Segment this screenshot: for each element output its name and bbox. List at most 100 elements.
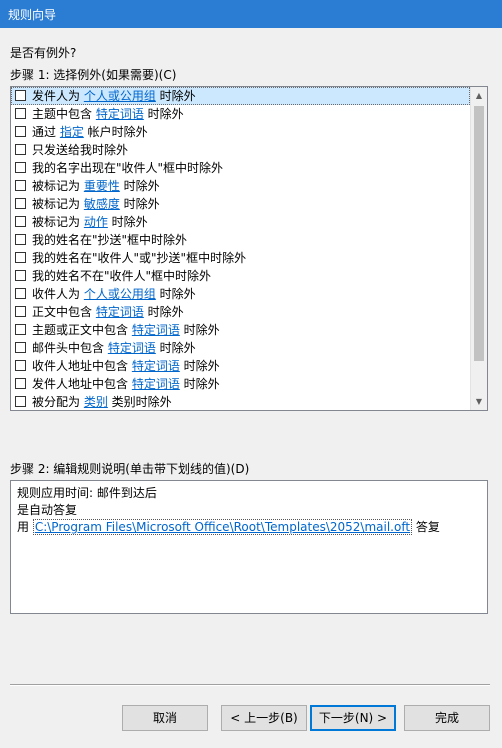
exception-text: 被标记为 <box>32 179 84 193</box>
exception-checkbox[interactable] <box>15 342 26 353</box>
exception-value-link[interactable]: 特定词语 <box>132 377 180 391</box>
exception-item[interactable]: 被标记为 重要性 时除外 <box>11 177 470 195</box>
exception-text: 收件人地址中包含 <box>32 359 132 373</box>
exception-text-suffix: 时除外 <box>179 359 220 373</box>
exception-checkbox[interactable] <box>15 144 26 155</box>
template-path-link[interactable]: C:\Program Files\Microsoft Office\Root\T… <box>32 519 413 535</box>
exception-value-link[interactable]: 个人或公用组 <box>84 287 156 301</box>
exception-item[interactable]: 主题中包含 特定词语 时除外 <box>11 105 470 123</box>
exception-item[interactable]: 我的姓名在"抄送"框中时除外 <box>11 231 470 249</box>
scroll-thumb[interactable] <box>474 106 484 361</box>
exception-item[interactable]: 我的名字出现在"收件人"框中时除外 <box>11 159 470 177</box>
finish-button[interactable]: 完成 <box>404 705 490 731</box>
next-button[interactable]: 下一步(N) > <box>310 705 396 731</box>
exception-checkbox[interactable] <box>15 108 26 119</box>
exception-text-suffix: 类别时除外 <box>107 395 172 409</box>
exception-checkbox[interactable] <box>15 216 26 227</box>
exception-text: 我的姓名在"收件人"或"抄送"框中时除外 <box>32 251 247 265</box>
vertical-scrollbar[interactable]: ▲ ▼ <box>470 87 487 410</box>
exception-text: 收件人为 <box>32 287 84 301</box>
exception-text-suffix: 时除外 <box>179 377 220 391</box>
exception-text: 我的名字出现在"收件人"框中时除外 <box>32 161 224 175</box>
cancel-button[interactable]: 取消 <box>122 705 208 731</box>
exception-text: 我的姓名不在"收件人"框中时除外 <box>32 269 212 283</box>
exception-item[interactable]: 收件人为 个人或公用组 时除外 <box>11 285 470 303</box>
exceptions-listbox[interactable]: 发件人为 个人或公用组 时除外 主题中包含 特定词语 时除外 通过 指定 帐户时除外… <box>10 86 488 411</box>
exception-value-link[interactable]: 敏感度 <box>84 197 120 211</box>
exception-text: 主题中包含 <box>32 107 96 121</box>
exception-text: 被标记为 <box>32 197 84 211</box>
exception-text-suffix: 时除外 <box>143 107 184 121</box>
exception-item[interactable]: 邮件头中包含 特定词语 时除外 <box>11 339 470 357</box>
exception-text: 邮件头中包含 <box>32 341 108 355</box>
exception-item[interactable]: 我的姓名不在"收件人"框中时除外 <box>11 267 470 285</box>
exception-text-suffix: 时除外 <box>119 197 160 211</box>
exception-item[interactable]: 发件人地址中包含 特定词语 时除外 <box>11 375 470 393</box>
exception-text: 被分配为 <box>32 395 84 409</box>
exception-text: 正文中包含 <box>32 305 96 319</box>
exception-checkbox[interactable] <box>15 126 26 137</box>
exception-checkbox[interactable] <box>15 360 26 371</box>
exception-value-link[interactable]: 指定 <box>60 125 84 139</box>
scroll-down-icon[interactable]: ▼ <box>471 393 487 410</box>
exception-text-suffix: 时除外 <box>155 287 196 301</box>
window-title: 规则向导 <box>8 8 57 22</box>
exception-value-link[interactable]: 个人或公用组 <box>84 89 156 103</box>
exception-text: 我的姓名在"抄送"框中时除外 <box>32 233 188 247</box>
rule-desc-suffix: 答复 <box>412 520 440 534</box>
rule-desc-prefix: 用 <box>17 520 33 534</box>
exception-checkbox[interactable] <box>15 306 26 317</box>
exception-text-suffix: 帐户时除外 <box>83 125 148 139</box>
exception-checkbox[interactable] <box>15 288 26 299</box>
exception-text-suffix: 时除外 <box>179 323 220 337</box>
exception-checkbox[interactable] <box>15 252 26 263</box>
exception-checkbox[interactable] <box>15 234 26 245</box>
exception-checkbox[interactable] <box>15 162 26 173</box>
exception-item[interactable]: 被标记为 动作 时除外 <box>11 213 470 231</box>
exception-text: 主题或正文中包含 <box>32 323 132 337</box>
button-separator <box>10 684 490 686</box>
rule-description-box: 规则应用时间: 邮件到达后 是自动答复 用 C:\Program Files\M… <box>10 480 488 614</box>
exception-item[interactable]: 收件人地址中包含 特定词语 时除外 <box>11 357 470 375</box>
exception-checkbox[interactable] <box>15 180 26 191</box>
exception-value-link[interactable]: 动作 <box>84 215 108 229</box>
exception-value-link[interactable]: 特定词语 <box>132 359 180 373</box>
exception-text: 被标记为 <box>32 215 84 229</box>
exception-text-suffix: 时除外 <box>119 179 160 193</box>
title-bar: 规则向导 <box>0 0 502 28</box>
exception-checkbox[interactable] <box>15 396 26 407</box>
exception-prompt: 是否有例外? <box>10 46 77 60</box>
exception-list: 发件人为 个人或公用组 时除外 主题中包含 特定词语 时除外 通过 指定 帐户时除外… <box>11 87 470 410</box>
exception-value-link[interactable]: 特定词语 <box>96 305 144 319</box>
exception-text-suffix: 时除外 <box>143 305 184 319</box>
exception-checkbox[interactable] <box>15 270 26 281</box>
exception-checkbox[interactable] <box>15 378 26 389</box>
exception-item[interactable]: 发件人为 个人或公用组 时除外 <box>11 87 470 105</box>
exception-text-suffix: 时除外 <box>155 341 196 355</box>
scroll-up-icon[interactable]: ▲ <box>471 87 487 104</box>
exception-value-link[interactable]: 特定词语 <box>108 341 156 355</box>
exception-item[interactable]: 被标记为 敏感度 时除外 <box>11 195 470 213</box>
rule-desc-line-1: 规则应用时间: 邮件到达后 <box>17 486 157 500</box>
back-button[interactable]: < 上一步(B) <box>221 705 307 731</box>
exception-value-link[interactable]: 特定词语 <box>132 323 180 337</box>
rule-desc-line-3: 用 C:\Program Files\Microsoft Office\Root… <box>17 519 481 536</box>
exception-text-suffix: 时除外 <box>155 89 196 103</box>
exception-item[interactable]: 被分配为 类别 类别时除外 <box>11 393 470 410</box>
exception-checkbox[interactable] <box>15 198 26 209</box>
exception-value-link[interactable]: 类别 <box>84 395 108 409</box>
exception-text-suffix: 时除外 <box>107 215 148 229</box>
exception-checkbox[interactable] <box>15 90 26 101</box>
exception-item[interactable]: 我的姓名在"收件人"或"抄送"框中时除外 <box>11 249 470 267</box>
exception-checkbox[interactable] <box>15 324 26 335</box>
exception-item[interactable]: 只发送给我时除外 <box>11 141 470 159</box>
exception-text: 发件人地址中包含 <box>32 377 132 391</box>
step1-label: 步骤 1: 选择例外(如果需要)(C) <box>10 68 177 82</box>
exception-text: 只发送给我时除外 <box>32 143 129 157</box>
exception-item[interactable]: 正文中包含 特定词语 时除外 <box>11 303 470 321</box>
exception-value-link[interactable]: 特定词语 <box>96 107 144 121</box>
exception-value-link[interactable]: 重要性 <box>84 179 120 193</box>
exception-item[interactable]: 通过 指定 帐户时除外 <box>11 123 470 141</box>
rule-desc-line-2: 是自动答复 <box>17 503 78 517</box>
exception-item[interactable]: 主题或正文中包含 特定词语 时除外 <box>11 321 470 339</box>
